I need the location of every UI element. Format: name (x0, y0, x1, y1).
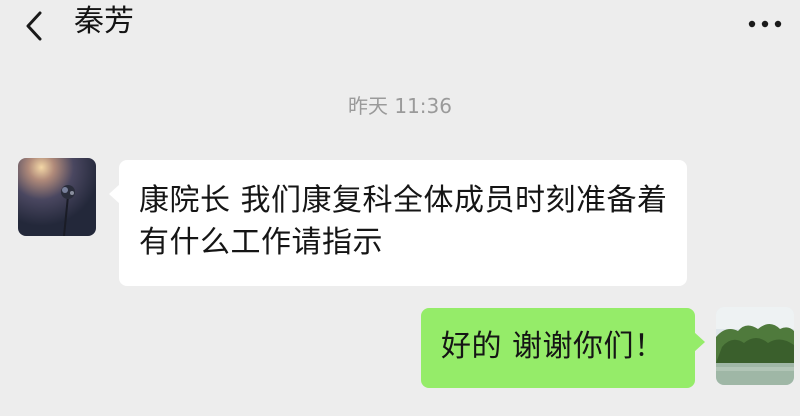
back-button[interactable] (18, 8, 54, 44)
more-dots-icon (748, 20, 782, 28)
chevron-left-icon (26, 11, 42, 41)
contact-avatar[interactable] (18, 158, 96, 236)
chat-header: 秦芳 (0, 0, 800, 60)
received-message-bubble[interactable]: 康院长 我们康复科全体成员时刻准备着 有什么工作请指示 (109, 160, 687, 286)
message-timestamp: 昨天 11:36 (348, 94, 452, 118)
more-options-button[interactable] (744, 12, 786, 36)
chat-title: 秦芳 (74, 4, 134, 39)
user-avatar[interactable] (716, 307, 794, 385)
sent-message-bubble[interactable]: 好的 谢谢你们！ (421, 308, 705, 388)
